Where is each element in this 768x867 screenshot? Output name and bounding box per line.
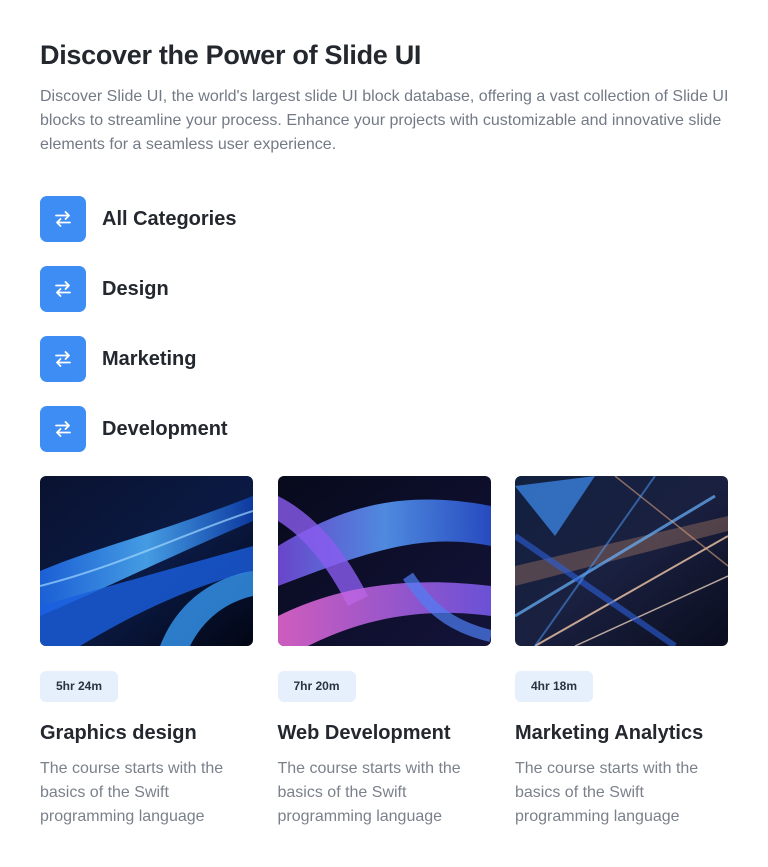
course-thumbnail[interactable] xyxy=(40,476,253,646)
category-list: All Categories Design Marketing Developm… xyxy=(40,196,236,476)
course-title[interactable]: Graphics design xyxy=(40,722,253,745)
category-label: Marketing xyxy=(102,347,197,370)
arrows-left-right-icon xyxy=(40,266,86,312)
arrows-left-right-icon xyxy=(40,336,86,382)
arrows-left-right-icon xyxy=(40,406,86,452)
arrows-left-right-icon xyxy=(40,196,86,242)
category-label: All Categories xyxy=(102,207,237,230)
category-item-all[interactable]: All Categories xyxy=(40,196,236,242)
course-description: The course starts with the basics of the… xyxy=(40,760,224,825)
duration-badge: 5hr 24m xyxy=(40,671,119,702)
course-thumbnail[interactable] xyxy=(277,476,491,646)
course-card-graphics-design[interactable]: 5hr 24m Graphics design The course start… xyxy=(40,476,253,829)
course-description: The course starts with the basics of the… xyxy=(515,760,699,825)
course-card-marketing-analytics[interactable]: 4hr 18m Marketing Analytics The course s… xyxy=(515,476,728,829)
category-item-design[interactable]: Design xyxy=(40,266,236,312)
page-title: Discover the Power of Slide UI xyxy=(40,40,422,70)
duration-badge: 7hr 20m xyxy=(277,671,356,702)
category-item-development[interactable]: Development xyxy=(40,406,236,452)
duration-badge: 4hr 18m xyxy=(515,671,594,702)
category-item-marketing[interactable]: Marketing xyxy=(40,336,236,382)
course-thumbnail[interactable] xyxy=(515,476,728,646)
page-description: Discover Slide UI, the world's largest s… xyxy=(40,88,729,153)
course-title[interactable]: Marketing Analytics xyxy=(515,722,728,745)
category-label: Design xyxy=(102,277,169,300)
course-card-list: 5hr 24m Graphics design The course start… xyxy=(40,476,728,829)
category-label: Development xyxy=(102,417,228,440)
course-card-web-development[interactable]: 7hr 20m Web Development The course start… xyxy=(277,476,491,829)
course-title[interactable]: Web Development xyxy=(278,722,491,745)
course-description: The course starts with the basics of the… xyxy=(277,760,461,825)
